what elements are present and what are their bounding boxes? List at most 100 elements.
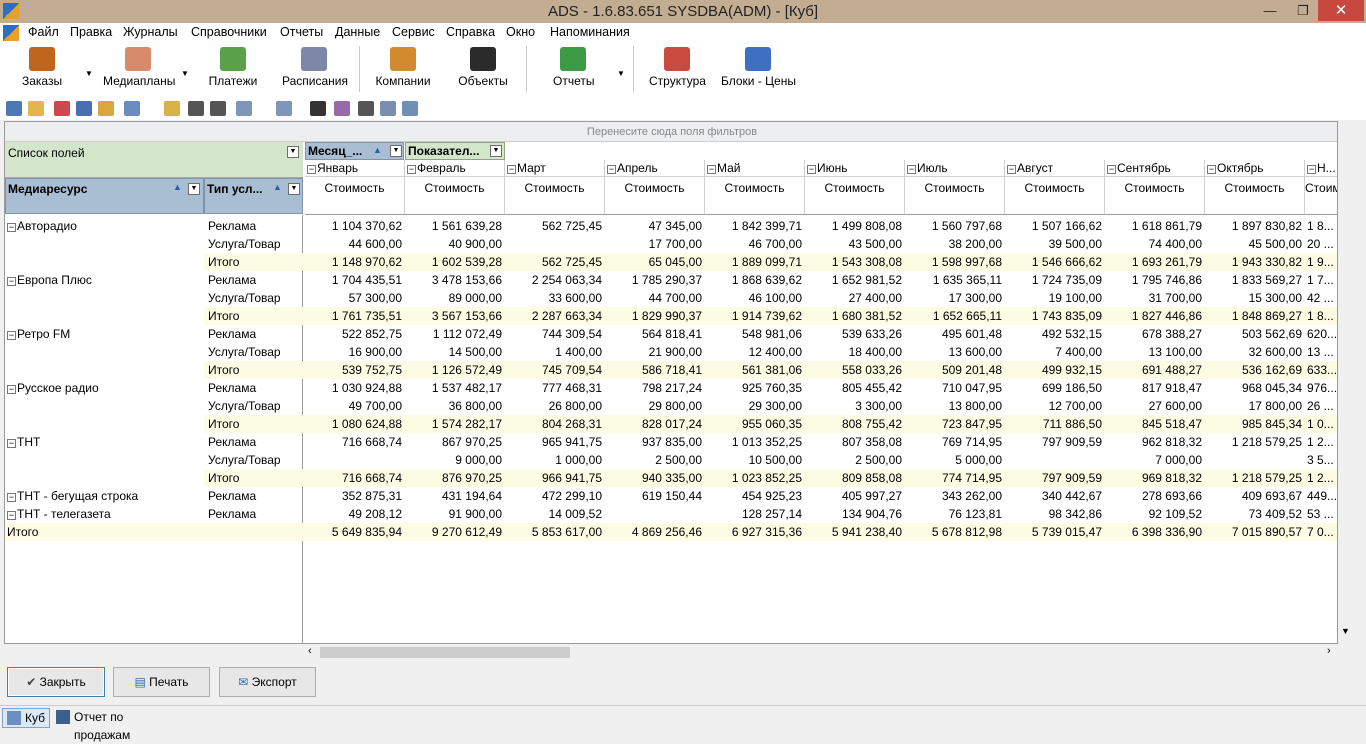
data-cell[interactable]: 352 875,31 <box>305 487 405 505</box>
data-cell[interactable]: 33 600,00 <box>505 289 605 307</box>
orders-dropdown-icon[interactable]: ▼ <box>85 69 93 78</box>
data-cell[interactable]: 98 342,86 <box>1005 505 1105 523</box>
data-cell[interactable]: 1 104 370,62 <box>305 217 405 235</box>
data-cell[interactable]: 7 015 890,57 <box>1205 523 1305 541</box>
filter-drop-zone[interactable]: Перенесите сюда поля фильтров <box>5 122 1337 142</box>
month-header[interactable]: − Январь <box>305 160 405 177</box>
data-cell[interactable]: 586 718,41 <box>605 361 705 379</box>
data-cell[interactable]: 558 033,26 <box>805 361 905 379</box>
collapse-icon[interactable]: − <box>1107 165 1116 174</box>
data-cell[interactable]: 1 842 399,71 <box>705 217 805 235</box>
row-header-resource[interactable]: − Русское радио <box>7 379 203 397</box>
data-cell[interactable]: 5 739 015,47 <box>1005 523 1105 541</box>
data-cell[interactable]: 449... <box>1305 487 1337 505</box>
data-cell[interactable]: 1 8... <box>1305 307 1337 325</box>
data-cell[interactable]: 1 704 435,51 <box>305 271 405 289</box>
minimize-button[interactable]: — <box>1255 0 1285 21</box>
collapse-icon[interactable]: − <box>1007 165 1016 174</box>
data-cell[interactable]: 13 800,00 <box>905 397 1005 415</box>
data-cell[interactable]: 431 194,64 <box>405 487 505 505</box>
collapse-icon[interactable]: − <box>307 165 316 174</box>
currency-icon[interactable] <box>210 101 226 116</box>
data-cell[interactable]: 716 668,74 <box>305 433 405 451</box>
data-cell[interactable]: 797 909,59 <box>1005 433 1105 451</box>
open-icon[interactable] <box>98 101 114 116</box>
data-cell[interactable]: 710 047,95 <box>905 379 1005 397</box>
data-cell[interactable]: 774 714,95 <box>905 469 1005 487</box>
data-cell[interactable]: 678 388,27 <box>1105 325 1205 343</box>
data-cell[interactable]: 1 598 997,68 <box>905 253 1005 271</box>
data-cell[interactable]: 36 800,00 <box>405 397 505 415</box>
data-cell[interactable]: 1 013 352,25 <box>705 433 805 451</box>
data-cell[interactable]: 1 2... <box>1305 433 1337 451</box>
menu-reminders[interactable]: Напоминания <box>550 25 630 39</box>
row-header-resource[interactable]: − Ретро FM <box>7 325 203 343</box>
data-cell[interactable]: 937 835,00 <box>605 433 705 451</box>
collapse-icon[interactable]: − <box>907 165 916 174</box>
collapse-icon[interactable]: − <box>7 223 16 232</box>
collapse-icon[interactable]: − <box>7 511 16 520</box>
data-cell[interactable]: 5 941 238,40 <box>805 523 905 541</box>
data-cell[interactable]: 32 600,00 <box>1205 343 1305 361</box>
data-cell[interactable]: 38 200,00 <box>905 235 1005 253</box>
save-icon[interactable] <box>76 101 92 116</box>
data-cell[interactable]: 278 693,66 <box>1105 487 1205 505</box>
data-cell[interactable]: 1 914 739,62 <box>705 307 805 325</box>
data-cell[interactable]: 20 ... <box>1305 235 1337 253</box>
data-cell[interactable]: 564 818,41 <box>605 325 705 343</box>
data-cell[interactable]: 1 400,00 <box>505 343 605 361</box>
data-cell[interactable]: 13 600,00 <box>905 343 1005 361</box>
data-cell[interactable]: 47 345,00 <box>605 217 705 235</box>
data-cell[interactable]: 43 500,00 <box>805 235 905 253</box>
data-cell[interactable]: 804 268,31 <box>505 415 605 433</box>
schedules-button[interactable]: Расписания <box>282 47 348 88</box>
data-cell[interactable]: 723 847,95 <box>905 415 1005 433</box>
objects-button[interactable]: Объекты <box>457 47 509 88</box>
data-cell[interactable]: 962 818,32 <box>1105 433 1205 451</box>
data-cell[interactable]: 509 201,48 <box>905 361 1005 379</box>
data-cell[interactable]: 1 561 639,28 <box>405 217 505 235</box>
data-cell[interactable]: 619 150,44 <box>605 487 705 505</box>
data-cell[interactable]: 1 560 797,68 <box>905 217 1005 235</box>
rows-icon[interactable] <box>276 101 292 116</box>
open-layout-icon[interactable] <box>28 101 44 116</box>
export-button[interactable]: ✉ Экспорт <box>219 667 316 697</box>
data-cell[interactable]: 3 300,00 <box>805 397 905 415</box>
data-cell[interactable]: 562 725,45 <box>505 253 605 271</box>
data-cell[interactable]: 15 300,00 <box>1205 289 1305 307</box>
data-cell[interactable]: 1 8... <box>1305 217 1337 235</box>
data-cell[interactable]: 16 900,00 <box>305 343 405 361</box>
data-cell[interactable]: 53 ... <box>1305 505 1337 523</box>
payments-button[interactable]: Платежи <box>207 47 259 88</box>
data-cell[interactable]: 46 700,00 <box>705 235 805 253</box>
data-cell[interactable]: 965 941,75 <box>505 433 605 451</box>
columns-icon[interactable] <box>236 101 252 116</box>
clear-grid-icon[interactable] <box>54 101 70 116</box>
data-cell[interactable]: 10 500,00 <box>705 451 805 469</box>
data-cell[interactable]: 1 743 835,09 <box>1005 307 1105 325</box>
menu-help[interactable]: Справка <box>446 25 495 39</box>
print-button[interactable]: ▤ Печать <box>113 667 210 697</box>
data-cell[interactable] <box>1005 451 1105 469</box>
data-cell[interactable]: 1 833 569,27 <box>1205 271 1305 289</box>
data-cell[interactable]: 42 ... <box>1305 289 1337 307</box>
data-cell[interactable]: 128 257,14 <box>705 505 805 523</box>
data-cell[interactable]: 1 218 579,25 <box>1205 469 1305 487</box>
data-cell[interactable]: 7 0... <box>1305 523 1337 541</box>
structure-button[interactable]: Структура <box>649 47 706 88</box>
month-header[interactable]: − Август <box>1005 160 1105 177</box>
blocks-prices-button[interactable]: Блоки - Цены <box>721 47 796 88</box>
data-cell[interactable]: 1 543 308,08 <box>805 253 905 271</box>
data-cell[interactable]: 4 869 256,46 <box>605 523 705 541</box>
sum-icon[interactable] <box>310 101 326 116</box>
data-cell[interactable]: 91 900,00 <box>405 505 505 523</box>
mediaplans-button[interactable]: Медиапланы <box>103 47 175 88</box>
menu-file[interactable]: Файл <box>28 25 59 39</box>
data-cell[interactable] <box>1205 451 1305 469</box>
data-cell[interactable]: 26 800,00 <box>505 397 605 415</box>
collapse-icon[interactable]: − <box>7 385 16 394</box>
data-cell[interactable]: 472 299,10 <box>505 487 605 505</box>
data-cell[interactable]: 1 7... <box>1305 271 1337 289</box>
data-cell[interactable]: 1 943 330,82 <box>1205 253 1305 271</box>
copy-icon[interactable] <box>124 101 140 116</box>
